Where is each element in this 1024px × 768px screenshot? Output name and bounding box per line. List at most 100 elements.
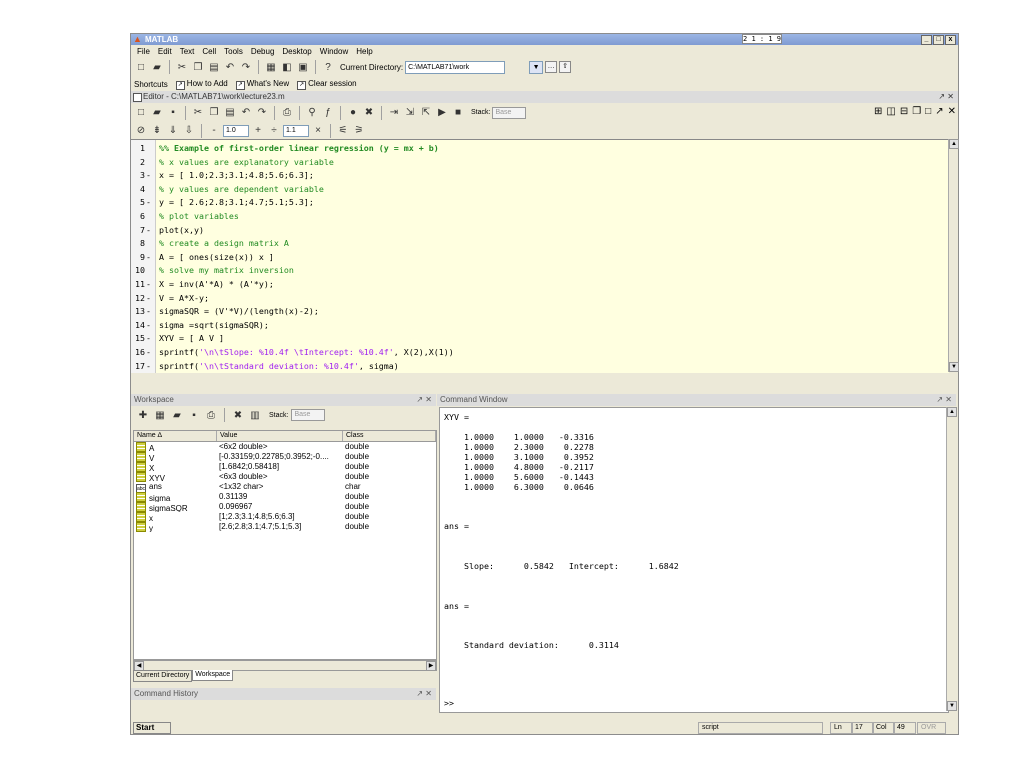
table-row[interactable]: abc ans <1x32 char> char: [134, 482, 436, 492]
history-undock-close-icon[interactable]: ↗ ✕: [416, 688, 432, 700]
decrement-button[interactable]: -: [207, 124, 221, 138]
table-row[interactable]: sigmaSQR 0.096967 double: [134, 502, 436, 512]
table-row[interactable]: XYV <6x3 double> double: [134, 472, 436, 482]
editor-undock-close-icon[interactable]: ↗ ✕: [938, 91, 954, 103]
executable-marker[interactable]: -: [146, 170, 154, 180]
menu-window[interactable]: Window: [316, 47, 352, 56]
tab-workspace[interactable]: Workspace: [192, 670, 234, 681]
open-variable-icon[interactable]: ▦: [153, 408, 167, 422]
value-field[interactable]: 1.0: [223, 124, 249, 137]
scroll-down-icon[interactable]: ▼: [949, 362, 959, 372]
executable-marker[interactable]: -: [146, 252, 154, 262]
executable-marker[interactable]: -: [146, 197, 154, 207]
cut-icon[interactable]: ✂: [191, 106, 205, 120]
copy-icon[interactable]: ❐: [207, 106, 221, 120]
redo-icon[interactable]: ↷: [239, 60, 253, 74]
menu-text[interactable]: Text: [176, 47, 199, 56]
scroll-up-icon[interactable]: ▲: [947, 407, 957, 417]
tab-current-directory[interactable]: Current Directory: [133, 670, 193, 682]
eval-file-icon[interactable]: ⇩: [182, 124, 196, 138]
paste-icon[interactable]: ▤: [207, 60, 221, 74]
close-button[interactable]: x: [945, 35, 956, 45]
delete-variable-icon[interactable]: ✖: [231, 408, 245, 422]
increment-button[interactable]: +: [251, 124, 265, 138]
executable-marker[interactable]: -: [146, 225, 154, 235]
chevron-down-icon[interactable]: ▼: [529, 60, 544, 74]
stack-dropdown[interactable]: Base: [492, 106, 527, 119]
table-row[interactable]: sigma 0.31139 double: [134, 492, 436, 502]
tile-icon[interactable]: ⊞: [874, 106, 882, 117]
step-icon[interactable]: ⇥: [387, 106, 401, 120]
split-vertical-icon[interactable]: ◫: [886, 106, 895, 117]
menu-desktop[interactable]: Desktop: [278, 47, 315, 56]
save-workspace-icon[interactable]: ▪: [187, 408, 201, 422]
code-area[interactable]: 1 %% Example of first-order linear regres…: [131, 139, 949, 373]
print-icon[interactable]: ⎙: [280, 106, 294, 120]
cell-publish-icon[interactable]: ⚞: [352, 124, 366, 138]
cut-icon[interactable]: ✂: [175, 60, 189, 74]
profiler-icon[interactable]: ▣: [296, 60, 310, 74]
editor-scrollbar[interactable]: ▲ ▼: [948, 139, 959, 372]
open-folder-icon[interactable]: ▰: [150, 106, 164, 120]
find-icon[interactable]: ⚲: [305, 106, 319, 120]
new-variable-icon[interactable]: ✚: [136, 408, 150, 422]
guide-icon[interactable]: ◧: [280, 60, 294, 74]
column-class[interactable]: Class: [343, 431, 436, 441]
times-button[interactable]: ×: [311, 124, 325, 138]
undo-icon[interactable]: ↶: [223, 60, 237, 74]
shortcut-how-to-add[interactable]: ↗ How to Add: [175, 79, 228, 90]
simulink-icon[interactable]: ▦: [264, 60, 278, 74]
column-name[interactable]: Name ∆: [134, 431, 217, 441]
workspace-undock-close-icon[interactable]: ↗ ✕: [416, 394, 432, 406]
maximize-icon[interactable]: □: [925, 106, 931, 117]
set-breakpoint-icon[interactable]: ●: [346, 106, 360, 120]
new-file-icon[interactable]: □: [134, 60, 148, 74]
paste-icon[interactable]: ▤: [223, 106, 237, 120]
new-file-icon[interactable]: □: [134, 106, 148, 120]
shortcut-clear-session[interactable]: ↗ Clear session: [297, 79, 357, 90]
shortcut-whats-new[interactable]: ↗ What's New: [235, 79, 289, 90]
command-window-undock-close-icon[interactable]: ↗ ✕: [936, 394, 952, 406]
save-icon[interactable]: ▪: [166, 106, 180, 120]
table-row[interactable]: x [1;2.3;3.1;4.8;5.6;6.3] double: [134, 512, 436, 522]
current-directory-field[interactable]: C:\MATLAB71\work: [405, 60, 506, 74]
table-row[interactable]: X [1.6842;0.58418] double: [134, 462, 436, 472]
executable-marker[interactable]: -: [146, 306, 154, 316]
function-icon[interactable]: ƒ: [321, 106, 335, 120]
multiplier-field[interactable]: 1.1: [283, 124, 309, 137]
redo-icon[interactable]: ↷: [255, 106, 269, 120]
executable-marker[interactable]: -: [146, 347, 154, 357]
up-folder-icon[interactable]: ⇧: [559, 61, 572, 73]
help-icon[interactable]: ?: [321, 60, 335, 74]
menu-debug[interactable]: Debug: [247, 47, 279, 56]
undock-icon[interactable]: ↗: [935, 106, 943, 117]
executable-marker[interactable]: -: [146, 279, 154, 289]
step-out-icon[interactable]: ⇱: [419, 106, 433, 120]
executable-marker[interactable]: -: [146, 293, 154, 303]
divide-button[interactable]: ÷: [267, 124, 281, 138]
maximize-button[interactable]: □: [933, 35, 944, 45]
split-horizontal-icon[interactable]: ⊟: [900, 106, 908, 117]
executable-marker[interactable]: -: [146, 361, 154, 371]
eval-cell-icon[interactable]: ⇟: [150, 124, 164, 138]
menu-help[interactable]: Help: [352, 47, 376, 56]
plot-selection-icon[interactable]: ▥: [248, 408, 262, 422]
clear-breakpoints-icon[interactable]: ✖: [362, 106, 376, 120]
executable-marker[interactable]: -: [146, 320, 154, 330]
command-prompt[interactable]: >>: [444, 698, 454, 708]
exit-debug-icon[interactable]: ■: [451, 106, 465, 120]
eval-advance-icon[interactable]: ⇓: [166, 124, 180, 138]
command-window-scrollbar[interactable]: ▲ ▼: [946, 407, 957, 711]
print-icon[interactable]: ⎙: [204, 408, 218, 422]
command-window-output[interactable]: XYV = 1.0000 1.0000 -0.3316 1.0000 2.300…: [439, 407, 949, 713]
menu-cell[interactable]: Cell: [198, 47, 220, 56]
start-button[interactable]: Start: [133, 722, 171, 734]
menu-edit[interactable]: Edit: [154, 47, 176, 56]
menu-file[interactable]: File: [133, 47, 154, 56]
step-in-icon[interactable]: ⇲: [403, 106, 417, 120]
continue-icon[interactable]: ▶: [435, 106, 449, 120]
scroll-up-icon[interactable]: ▲: [949, 139, 959, 149]
cell-mode-icon[interactable]: ⊘: [134, 124, 148, 138]
executable-marker[interactable]: -: [146, 333, 154, 343]
menu-tools[interactable]: Tools: [220, 47, 247, 56]
